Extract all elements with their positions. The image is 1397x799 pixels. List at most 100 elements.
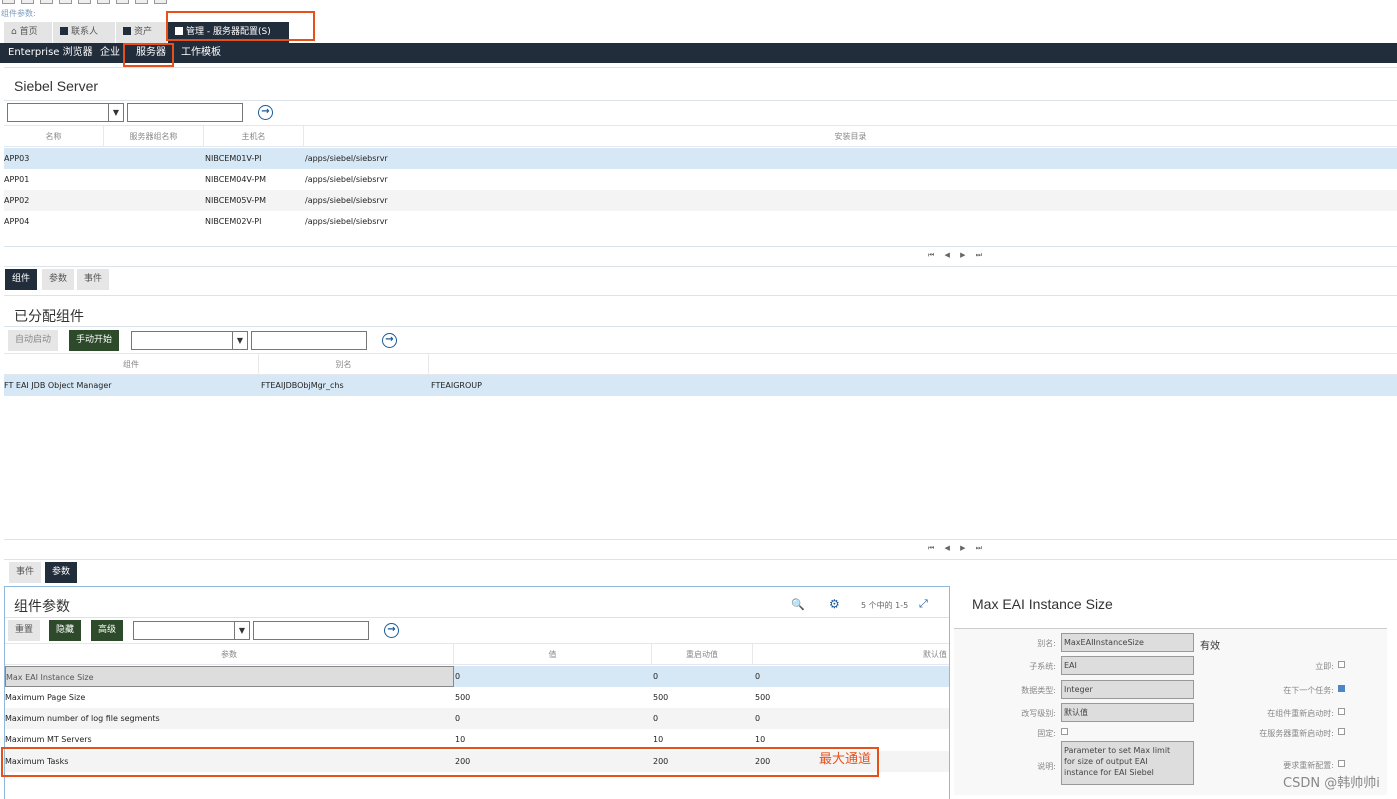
component-restart-checkbox[interactable] xyxy=(1338,708,1345,715)
tab-icon xyxy=(123,27,131,35)
highlight-box xyxy=(166,11,315,41)
manual-start-button[interactable]: 手动开始 xyxy=(69,330,120,351)
tab-icon xyxy=(60,27,68,35)
alias-field[interactable]: MaxEAIInstanceSize xyxy=(1061,633,1194,652)
subtab-parameters[interactable]: 参数 xyxy=(45,562,78,583)
next-task-checkbox[interactable] xyxy=(1338,685,1345,692)
col-header-alias[interactable]: 别名 xyxy=(259,354,429,375)
chevron-down-icon[interactable]: ▼ xyxy=(232,332,247,349)
server-query-field-select[interactable]: ▼ xyxy=(7,103,124,122)
server-restart-checkbox[interactable] xyxy=(1338,728,1345,735)
annotation-label: 最大通道 xyxy=(819,752,872,767)
assigned-components-title: 已分配组件 xyxy=(14,308,84,324)
component-query-input[interactable] xyxy=(251,331,367,350)
search-icon[interactable]: 🔍 xyxy=(791,598,805,611)
home-icon: ⌂ xyxy=(11,27,20,37)
server-query-input[interactable] xyxy=(127,103,243,122)
divider xyxy=(4,67,1397,68)
toolbar-button[interactable] xyxy=(40,0,53,4)
override-level-field[interactable]: 默认值 xyxy=(1061,703,1194,722)
toolbar-button[interactable] xyxy=(78,0,91,4)
subtab-events[interactable]: 事件 xyxy=(9,562,42,583)
data-type-field[interactable]: Integer xyxy=(1061,680,1194,699)
param-query-field-select[interactable]: ▼ xyxy=(133,621,250,640)
immediate-checkbox[interactable] xyxy=(1338,661,1345,668)
toolbar-button[interactable] xyxy=(135,0,148,4)
nav-enterprise-browser[interactable]: Enterprise 浏览器 xyxy=(8,43,93,63)
nav-enterprise[interactable]: 企业 xyxy=(100,43,120,63)
nav-bar: Enterprise 浏览器 企业 服务器 工作模板 xyxy=(0,43,1397,63)
col-header-group[interactable]: 服务器组名称 xyxy=(104,126,204,147)
subtab-events[interactable]: 事件 xyxy=(77,269,110,290)
divider xyxy=(4,100,1397,101)
go-icon[interactable]: → xyxy=(382,333,397,348)
go-icon[interactable]: → xyxy=(384,623,399,638)
col-header-install-dir[interactable]: 安装目录 xyxy=(304,126,1397,147)
col-header-host[interactable]: 主机名 xyxy=(204,126,304,147)
divider xyxy=(5,617,949,618)
breadcrumb: 组件参数: xyxy=(1,9,36,18)
component-params-title: 组件参数 xyxy=(14,598,70,614)
toolbar-button[interactable] xyxy=(59,0,72,4)
chevron-down-icon[interactable]: ▼ xyxy=(108,104,123,121)
pager-controls[interactable]: ⏮ ◀ ▶ ⏭ xyxy=(928,544,986,553)
status-text: 有效 xyxy=(1200,641,1220,652)
record-count: 5 个中的 1-5 xyxy=(861,601,909,610)
fixed-checkbox[interactable] xyxy=(1061,728,1068,735)
detail-title: Max EAI Instance Size xyxy=(972,596,1113,612)
toolbar-button[interactable] xyxy=(2,0,15,4)
highlight-box xyxy=(123,43,174,67)
table-row[interactable]: FT EAI JDB Object Manager FTEAIJDBObjMgr… xyxy=(4,375,1397,396)
advanced-button[interactable]: 高级 xyxy=(91,620,124,641)
col-header-name[interactable]: 名称 xyxy=(4,126,104,147)
siebel-server-title: Siebel Server xyxy=(14,78,99,94)
table-row[interactable]: APP03 NIBCEM01V-PI /apps/siebel/siebsrvr xyxy=(4,148,1397,169)
require-reconfig-checkbox[interactable] xyxy=(1338,760,1345,767)
col-header-value[interactable]: 值 xyxy=(454,644,652,665)
tab-home[interactable]: ⌂ 首页 xyxy=(4,22,53,43)
subsystem-field[interactable]: EAI xyxy=(1061,656,1194,675)
toolbar-button[interactable] xyxy=(97,0,110,4)
params-table-header: 参数 值 重启动值 默认值 xyxy=(5,643,949,665)
gear-icon[interactable]: ⚙ xyxy=(829,597,840,611)
watermark: CSDN @韩帅帅i xyxy=(1283,776,1380,791)
divider xyxy=(4,559,1397,560)
col-header-component[interactable]: 组件 xyxy=(4,354,259,375)
pager-controls[interactable]: ⏮ ◀ ▶ ⏭ xyxy=(928,251,986,260)
divider xyxy=(4,295,1397,296)
tab-assets[interactable]: 资产 xyxy=(116,22,168,43)
reset-button[interactable]: 重置 xyxy=(8,620,41,641)
table-row[interactable]: APP04 NIBCEM02V-PI /apps/siebel/siebsrvr xyxy=(4,211,1397,232)
toolbar-button[interactable] xyxy=(116,0,129,4)
table-row[interactable]: APP01 NIBCEM04V-PM /apps/siebel/siebsrvr xyxy=(4,169,1397,190)
table-row[interactable]: APP02 NIBCEM05V-PM /apps/siebel/siebsrvr xyxy=(4,190,1397,211)
component-table-header: 组件 别名 xyxy=(4,353,1397,375)
component-query-field-select[interactable]: ▼ xyxy=(131,331,248,350)
table-row[interactable]: Maximum Page Size 500 500 500 xyxy=(5,687,949,708)
auto-start-button[interactable]: 自动启动 xyxy=(8,330,59,351)
param-query-input[interactable] xyxy=(253,621,369,640)
toolbar-button[interactable] xyxy=(154,0,167,4)
top-toolbar-strip xyxy=(0,0,1397,5)
highlight-box xyxy=(1,747,879,777)
description-textarea[interactable]: Parameter to set Max limit for size of o… xyxy=(1061,741,1194,785)
nav-job-templates[interactable]: 工作模板 xyxy=(181,43,221,63)
hide-button[interactable]: 隐藏 xyxy=(49,620,82,641)
col-header-default-value[interactable]: 默认值 xyxy=(753,644,949,665)
expand-icon[interactable]: ⤢ xyxy=(919,597,928,611)
divider xyxy=(4,539,1397,540)
go-icon[interactable]: → xyxy=(258,105,273,120)
subtab-components[interactable]: 组件 xyxy=(5,269,38,290)
divider xyxy=(4,266,1397,267)
divider xyxy=(4,326,1397,327)
server-table-header: 名称 服务器组名称 主机名 安装目录 xyxy=(4,125,1397,147)
chevron-down-icon[interactable]: ▼ xyxy=(234,622,249,639)
col-header-restart-value[interactable]: 重启动值 xyxy=(652,644,753,665)
divider xyxy=(4,246,1397,247)
toolbar-button[interactable] xyxy=(21,0,34,4)
subtab-parameters[interactable]: 参数 xyxy=(42,269,75,290)
table-row[interactable]: Max EAI Instance Size 0 0 0 xyxy=(5,666,949,687)
col-header-parameter[interactable]: 参数 xyxy=(5,644,454,665)
table-row[interactable]: Maximum number of log file segments 0 0 … xyxy=(5,708,949,729)
tab-contacts[interactable]: 联系人 xyxy=(53,22,116,43)
